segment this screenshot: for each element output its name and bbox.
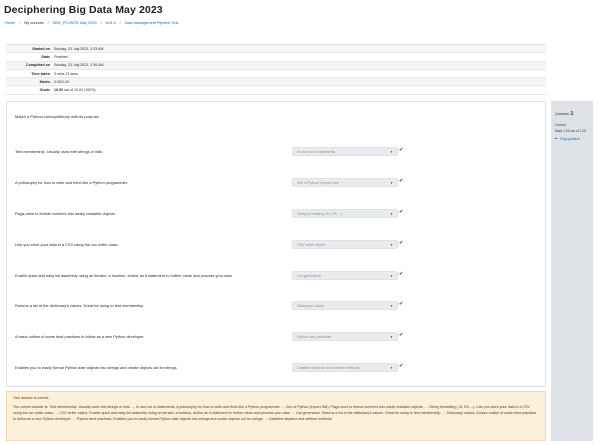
answer-select[interactable]: Datetime strptime and strftime methods ▼: [292, 363, 398, 372]
select-value: List generators: [297, 273, 321, 278]
caret-down-icon: ▼: [390, 334, 393, 339]
summary-row-completed: Completed on Sunday, 23 July 2023, 2:36 …: [6, 61, 546, 70]
answer-select[interactable]: CSV writer object ▼: [292, 240, 398, 249]
check-icon: ✔: [399, 240, 404, 246]
flag-icon: [555, 137, 558, 140]
question-info-panel: Question 1 Correct Mark 1.00 out of 1.00…: [551, 101, 593, 441]
caret-down-icon: ▼: [390, 211, 393, 216]
check-icon: ✔: [399, 147, 404, 153]
breadcrumb-quiz[interactable]: Data Management Pipeline Test: [125, 21, 179, 25]
select-value: Zen of Python (import this): [297, 180, 340, 185]
match-stem: Returns a list of the dictionary's value…: [15, 303, 145, 308]
match-stem: Test membership. Usually used with strin…: [15, 149, 103, 154]
caret-down-icon: ▼: [390, 303, 393, 308]
answer-select[interactable]: Dictionary values ▼: [292, 301, 398, 310]
breadcrumb-separator: /: [119, 21, 121, 25]
select-value: String formatting (.4f, 2%,...): [297, 211, 342, 216]
match-stem: A basic outline of some best practices t…: [15, 334, 145, 339]
select-value: Dictionary values: [297, 303, 325, 308]
check-icon: ✔: [399, 363, 404, 369]
select-value: In and not in statements: [297, 149, 336, 154]
summary-value: Finished: [54, 54, 68, 59]
check-icon: ✔: [399, 178, 404, 184]
caret-down-icon: ▼: [390, 180, 393, 185]
select-value: Datetime strptime and strftime methods: [297, 365, 360, 370]
match-stem: Flags used to format numbers into easily…: [15, 211, 116, 216]
match-stem: A philosophy for how to write and think …: [15, 180, 128, 185]
question-card: Match a Python concept/library with its …: [6, 101, 546, 387]
summary-row-started: Started on Sunday, 23 July 2023, 2:33 AM: [6, 45, 546, 54]
match-stem: Enables you to easily format Python date…: [15, 365, 178, 370]
caret-down-icon: ▼: [390, 365, 393, 370]
grade-score: 10.00: [54, 88, 63, 93]
page-title: Deciphering Big Data May 2023: [4, 4, 163, 16]
feedback-correct-message: Your answer is correct.: [13, 396, 50, 400]
breadcrumb-course[interactable]: DBD_PCOM7E May 2023: [53, 21, 97, 25]
match-stem: Lets you store your data in a CSV using …: [15, 242, 119, 247]
caret-down-icon: ▼: [390, 149, 393, 154]
breadcrumb-separator: /: [19, 21, 21, 25]
summary-label: Grade: [39, 88, 50, 93]
breadcrumb-unit[interactable]: Unit 4: [106, 21, 116, 25]
feedback-correct-answer: The correct answer is: Test membership. …: [13, 405, 537, 421]
caret-down-icon: ▼: [390, 242, 393, 247]
summary-row-grade: Grade 10.00 out of 10.00 (100%): [6, 86, 546, 95]
summary-value: 2.00/2.00: [54, 79, 69, 84]
answer-select[interactable]: String formatting (.4f, 2%,...) ▼: [292, 209, 398, 218]
select-value: Python best practices: [297, 334, 332, 339]
question-number: Question 1: [555, 111, 589, 117]
summary-row-marks: Marks 2.00/2.00: [6, 78, 546, 87]
breadcrumb: Home / My courses / DBD_PCOM7E May 2023 …: [5, 21, 178, 25]
breadcrumb-separator: /: [47, 21, 49, 25]
summary-label: Completed on: [26, 63, 50, 68]
summary-value: Sunday, 23 July 2023, 2:33 AM: [54, 46, 104, 51]
question-prefix: Question: [555, 112, 570, 116]
summary-label: Marks: [39, 79, 50, 84]
summary-value: Sunday, 23 July 2023, 2:36 AM: [54, 63, 104, 68]
check-icon: ✔: [399, 209, 404, 215]
check-icon: ✔: [399, 271, 404, 277]
check-icon: ✔: [399, 332, 404, 338]
summary-label: Started on: [32, 46, 50, 51]
flag-question-label: Flag question: [560, 137, 580, 141]
question-mark: Mark 1.00 out of 1.00: [555, 129, 587, 133]
summary-row-time-taken: Time taken 3 mins 21 secs: [6, 70, 546, 79]
feedback-box: Your answer is correct. The correct answ…: [6, 391, 546, 441]
answer-select[interactable]: List generators ▼: [292, 271, 398, 280]
summary-row-state: State Finished: [6, 53, 546, 62]
flag-question-link[interactable]: Flag question: [555, 137, 589, 141]
check-icon: ✔: [399, 301, 404, 307]
question-prompt: Match a Python concept/library with its …: [15, 114, 100, 119]
breadcrumb-separator: /: [100, 21, 102, 25]
summary-label: Time taken: [31, 71, 50, 76]
match-stem: Enable quick and easy list assembly usin…: [15, 273, 232, 278]
answer-select[interactable]: Zen of Python (import this) ▼: [292, 178, 398, 187]
caret-down-icon: ▼: [390, 273, 393, 278]
summary-value: 3 mins 21 secs: [54, 71, 78, 76]
answer-select[interactable]: Python best practices ▼: [292, 332, 398, 341]
breadcrumb-my-courses[interactable]: My courses: [24, 21, 43, 25]
summary-value: 10.00 out of 10.00 (100%): [54, 88, 96, 92]
question-status: Correct: [555, 123, 566, 127]
attempt-summary-table: Started on Sunday, 23 July 2023, 2:33 AM…: [6, 44, 546, 95]
grade-rest: out of 10.00 (100%): [63, 88, 96, 93]
answer-select[interactable]: In and not in statements ▼: [292, 147, 398, 156]
question-number-value: 1: [570, 111, 574, 117]
breadcrumb-home[interactable]: Home: [5, 21, 15, 25]
select-value: CSV writer object: [297, 242, 325, 247]
summary-label: State: [41, 54, 50, 59]
